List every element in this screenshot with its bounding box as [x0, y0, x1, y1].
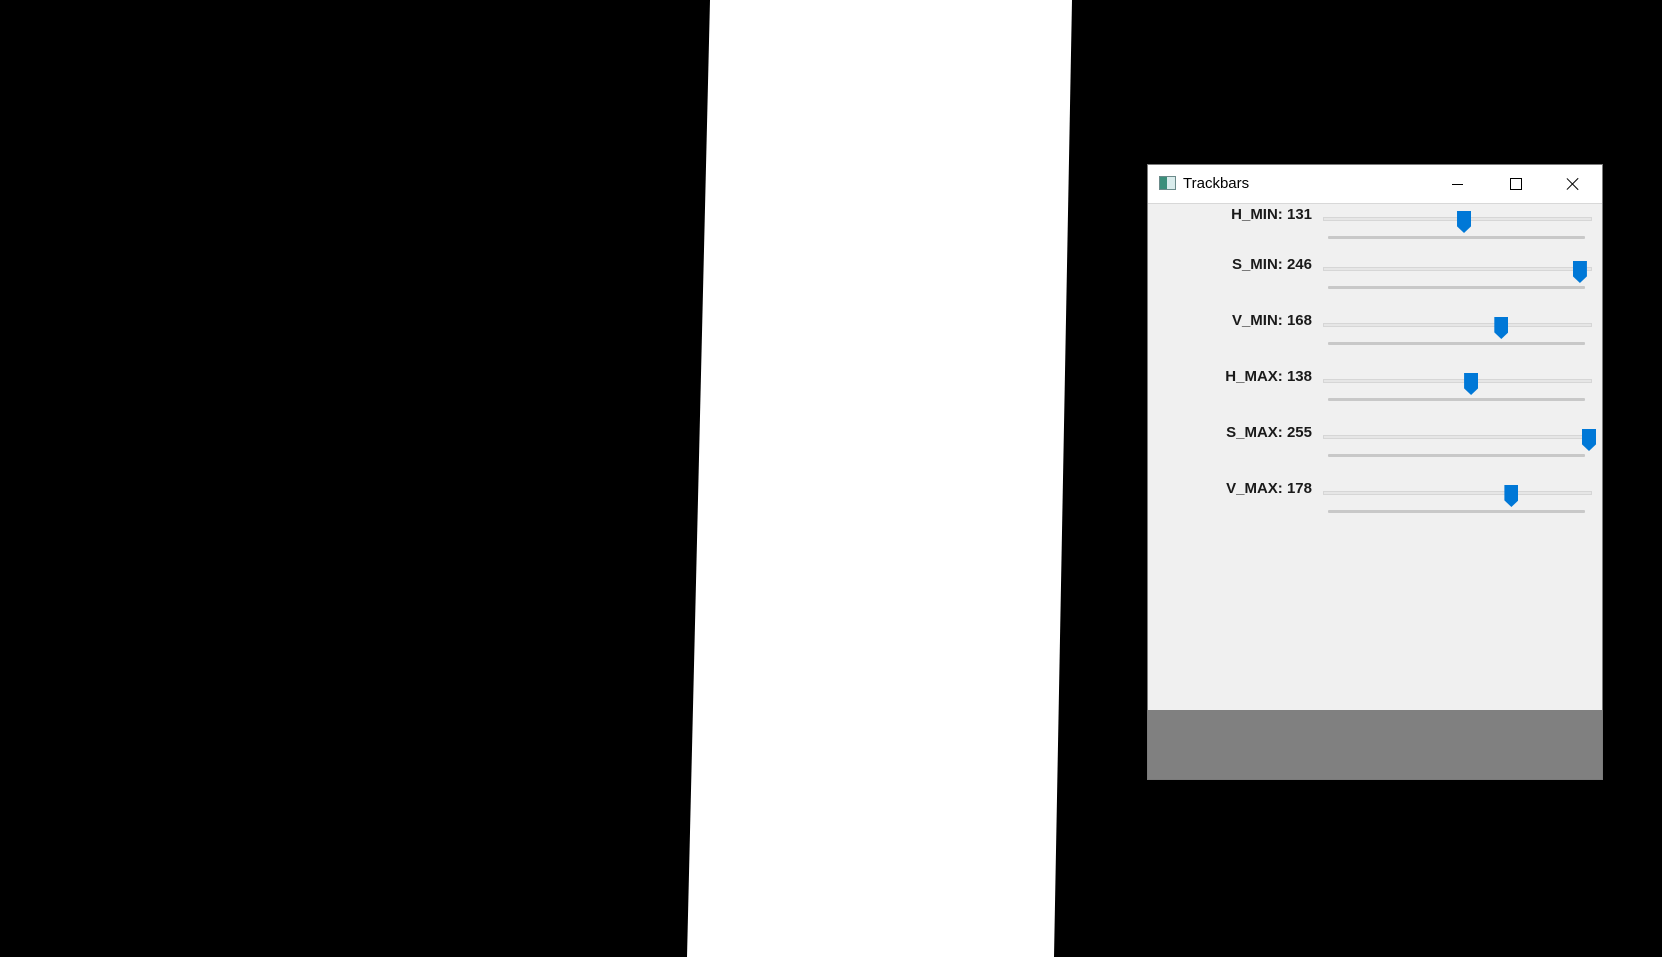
- slider-thumb[interactable]: [1494, 317, 1509, 339]
- trackbar-tick-line: [1328, 510, 1585, 513]
- trackbar-tick-line: [1328, 236, 1585, 239]
- app-window-icon: [1159, 176, 1176, 190]
- trackbar-row: S_MIN: 246: [1148, 254, 1602, 304]
- trackbar-tick-line: [1328, 342, 1585, 345]
- image-display-area: [1148, 710, 1602, 779]
- maximize-button[interactable]: [1486, 165, 1544, 203]
- trackbar-row: V_MAX: 178: [1148, 478, 1602, 528]
- title-bar[interactable]: Trackbars: [1148, 165, 1602, 204]
- trackbar-slider[interactable]: [1323, 211, 1592, 233]
- close-icon: [1566, 177, 1580, 191]
- trackbar-label: S_MIN: 246: [1231, 256, 1312, 273]
- trackbar-row: S_MAX: 255: [1148, 422, 1602, 472]
- trackbar-slider[interactable]: [1323, 317, 1592, 339]
- slider-thumb[interactable]: [1582, 429, 1596, 451]
- trackbar-label: H_MAX: 138: [1225, 368, 1312, 385]
- maximize-icon: [1510, 178, 1522, 190]
- mask-view: Trackbars H_MIN: 131 S_MIN: 246 V_MIN: 168…: [0, 0, 1662, 957]
- trackbar-tick-line: [1328, 286, 1585, 289]
- minimize-button[interactable]: [1428, 165, 1486, 203]
- slider-thumb[interactable]: [1572, 261, 1587, 283]
- trackbar-label: H_MIN: 131: [1231, 206, 1312, 223]
- trackbar-label: S_MAX: 255: [1226, 424, 1312, 441]
- trackbar-slider[interactable]: [1323, 261, 1592, 283]
- trackbar-row: V_MIN: 168: [1148, 310, 1602, 360]
- trackbar-row: H_MAX: 138: [1148, 366, 1602, 416]
- minimize-icon: [1452, 184, 1463, 185]
- trackbar-label: V_MAX: 178: [1226, 480, 1312, 497]
- trackbar-label: V_MIN: 168: [1231, 312, 1312, 329]
- slider-thumb[interactable]: [1457, 211, 1472, 233]
- window-title: Trackbars: [1183, 175, 1250, 192]
- trackbars-window: Trackbars H_MIN: 131 S_MIN: 246 V_MIN: 168…: [1148, 165, 1602, 779]
- slider-thumb[interactable]: [1464, 373, 1479, 395]
- trackbar-tick-line: [1328, 454, 1585, 457]
- trackbar-tick-line: [1328, 398, 1585, 401]
- trackbar-row: H_MIN: 131: [1148, 204, 1602, 254]
- slider-thumb[interactable]: [1504, 485, 1519, 507]
- close-button[interactable]: [1544, 165, 1602, 203]
- trackbar-slider[interactable]: [1323, 485, 1592, 507]
- trackbar-slider[interactable]: [1323, 429, 1596, 451]
- trackbar-slider[interactable]: [1323, 373, 1592, 395]
